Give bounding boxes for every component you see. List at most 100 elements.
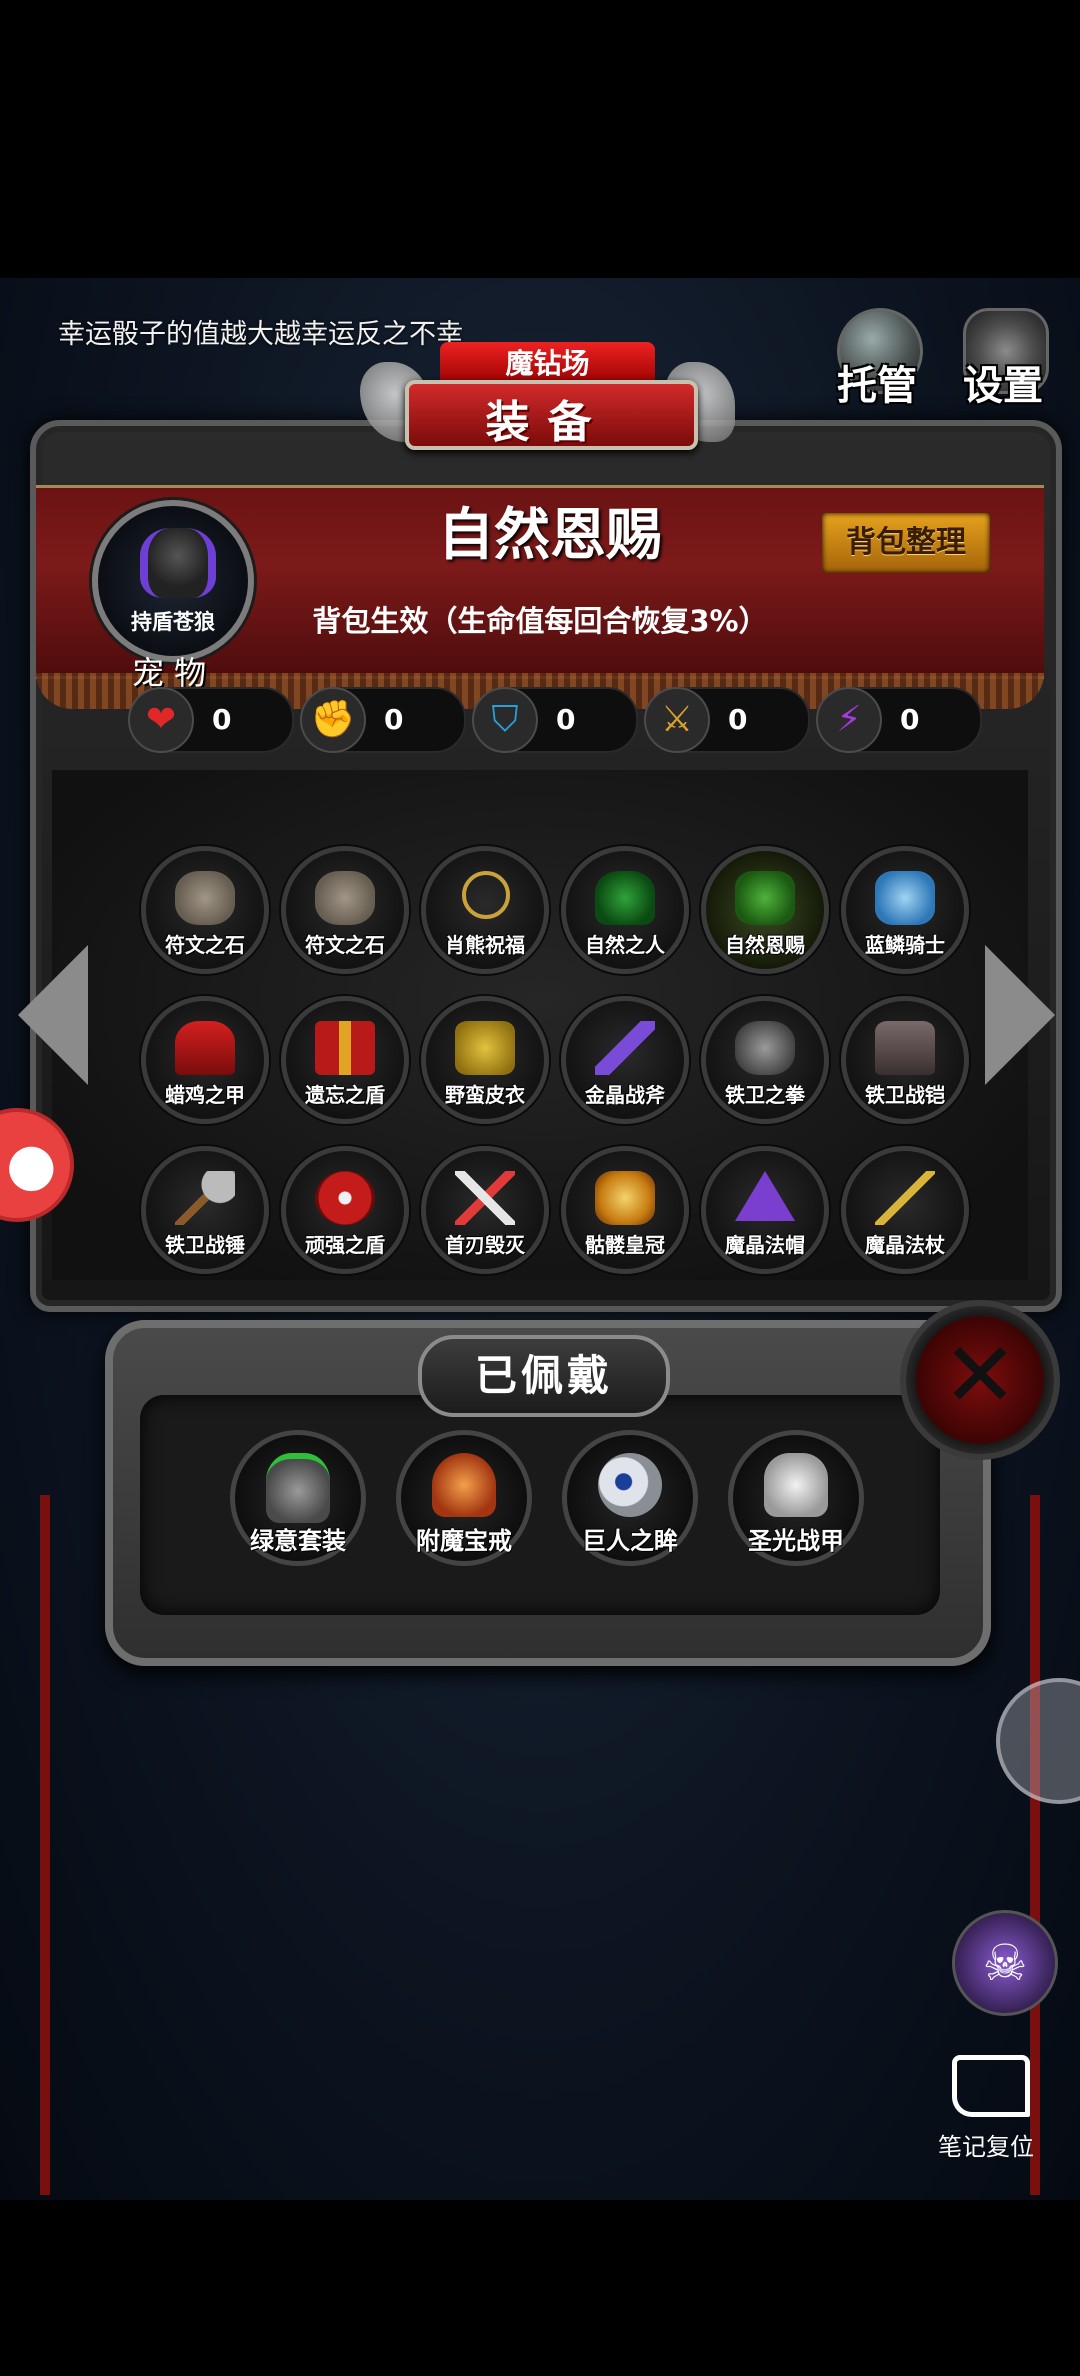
inventory-slot[interactable]: 铁卫之拳	[701, 996, 829, 1124]
worn-slot-label: 圣光战甲	[748, 1527, 844, 1555]
next-page-arrow[interactable]	[985, 945, 1065, 1095]
lightning-icon: ⚡	[816, 687, 882, 753]
pet-name: 持盾苍狼	[131, 610, 215, 634]
left-red-rail	[40, 1495, 50, 2195]
inventory-slot-label: 自然之人	[585, 933, 665, 957]
inventory-slot-label: 自然恩赐	[725, 933, 805, 957]
inventory-slot[interactable]: 蓝鳞骑士	[841, 846, 969, 974]
selected-item-effect: 背包生效（生命值每回合恢复3%）	[312, 604, 768, 638]
crossed-blades-icon	[455, 1171, 515, 1225]
red-shield-icon	[315, 1021, 375, 1075]
notes-reset-button[interactable]: 笔记复位	[930, 2055, 1042, 2161]
inventory-slot-label: 蓝鳞骑士	[865, 933, 945, 957]
inventory-slot-label: 符文之石	[305, 933, 385, 957]
chest-armor-icon	[875, 1021, 935, 1075]
inventory-slot[interactable]: 遗忘之盾	[281, 996, 409, 1124]
sort-bag-button[interactable]: 背包整理	[822, 513, 990, 573]
selected-item-name: 自然恩赐	[438, 503, 662, 568]
banner-title: 装备	[485, 397, 610, 448]
giant-eye-icon	[598, 1453, 662, 1517]
worn-slot-label: 附魔宝戒	[416, 1527, 512, 1555]
gauntlet-icon	[735, 1021, 795, 1075]
stat-attack-value: 0	[728, 703, 748, 736]
holy-armor-icon	[764, 1453, 828, 1517]
nature-gift-icon	[735, 871, 795, 925]
inventory-slot[interactable]: 顽强之盾	[281, 1146, 409, 1274]
inventory-slot-label: 魔晶法杖	[865, 1233, 945, 1257]
inventory-slot[interactable]: 蜡鸡之甲	[141, 996, 269, 1124]
inventory-slot-label: 野蛮皮衣	[445, 1083, 525, 1107]
right-arrow-icon	[985, 945, 1055, 1085]
auto-play-label: 托管	[837, 363, 917, 409]
inventory-slot[interactable]: 肖熊祝福	[421, 846, 549, 974]
enchanted-ring-icon	[432, 1453, 496, 1517]
red-cloak-icon	[175, 1021, 235, 1075]
inventory-slot[interactable]: 首刃毁灭	[421, 1146, 549, 1274]
inventory-slot-label: 魔晶法帽	[725, 1233, 805, 1257]
mace-icon	[175, 1171, 235, 1225]
inventory-slot-label: 铁卫战锤	[165, 1233, 245, 1257]
stat-armor: ⛉ 0	[472, 687, 638, 753]
notes-reset-label: 笔记复位	[938, 2133, 1034, 2161]
left-arrow-icon	[18, 945, 88, 1085]
staff-icon	[875, 1171, 935, 1225]
inventory-slot[interactable]: 野蛮皮衣	[421, 996, 549, 1124]
worn-slot[interactable]: 附魔宝戒	[396, 1430, 532, 1566]
inventory-slot[interactable]: 魔晶法帽	[701, 1146, 829, 1274]
inventory-slot[interactable]: 符文之石	[281, 846, 409, 974]
stat-hp: ❤ 0	[128, 687, 294, 753]
nature-golem-icon	[595, 871, 655, 925]
inventory-slot-label: 符文之石	[165, 933, 245, 957]
inventory-slot[interactable]: 自然之人	[561, 846, 689, 974]
worn-slot[interactable]: 圣光战甲	[728, 1430, 864, 1566]
settings-button[interactable]: 设置	[948, 308, 1058, 418]
inventory-slot-label: 铁卫之拳	[725, 1083, 805, 1107]
inventory-slot-label: 遗忘之盾	[305, 1083, 385, 1107]
stat-energy: ⚡ 0	[816, 687, 982, 753]
inventory-slot-label: 首刃毁灭	[445, 1233, 525, 1257]
stat-hp-value: 0	[212, 703, 232, 736]
skull-icon: ☠	[982, 1934, 1028, 1992]
leopard-coat-icon	[455, 1021, 515, 1075]
inventory-slot[interactable]: 金晶战斧	[561, 996, 689, 1124]
worn-title-plate: 已佩戴	[418, 1335, 670, 1417]
skull-button[interactable]: ☠	[952, 1910, 1058, 2016]
auto-play-button[interactable]: 托管	[822, 308, 932, 418]
inventory-slot-label: 蜡鸡之甲	[165, 1083, 245, 1107]
worn-slot[interactable]: 绿意套装	[230, 1430, 366, 1566]
stat-strength: ✊ 0	[300, 687, 466, 753]
round-shield-icon	[315, 1171, 375, 1225]
inventory-slot[interactable]: 魔晶法杖	[841, 1146, 969, 1274]
armor-icon: ⛉	[472, 687, 538, 753]
user-icon: ●	[6, 1130, 57, 1198]
inventory-slot-label: 金晶战斧	[585, 1083, 665, 1107]
necklace-icon	[462, 871, 510, 919]
inventory-slot-label: 骷髅皇冠	[585, 1233, 665, 1257]
wizard-hat-icon	[735, 1171, 795, 1221]
rune-stone-icon	[315, 871, 375, 925]
inventory-slot[interactable]: 骷髅皇冠	[561, 1146, 689, 1274]
close-button[interactable]: ✕	[900, 1300, 1060, 1460]
wolf-shield-icon	[140, 528, 216, 598]
heart-icon: ❤	[128, 687, 194, 753]
stat-strength-value: 0	[384, 703, 404, 736]
inventory-slot-label: 铁卫战铠	[865, 1083, 945, 1107]
inventory-slot[interactable]: 铁卫战铠	[841, 996, 969, 1124]
sort-bag-label: 背包整理	[846, 525, 966, 560]
settings-label: 设置	[963, 363, 1043, 409]
pet-portrait[interactable]: 持盾苍狼	[92, 500, 254, 662]
close-icon: ✕	[942, 1323, 1018, 1428]
notes-icon	[952, 2055, 1030, 2117]
worn-slot-label: 绿意套装	[250, 1527, 346, 1555]
inventory-slot-selected[interactable]: 自然恩赐	[701, 846, 829, 974]
blue-knight-icon	[875, 871, 935, 925]
prev-page-arrow[interactable]	[18, 945, 98, 1095]
stat-attack: ⚔ 0	[644, 687, 810, 753]
skull-crown-icon	[595, 1171, 655, 1225]
inventory-slot[interactable]: 铁卫战锤	[141, 1146, 269, 1274]
knight-suit-icon	[266, 1453, 330, 1523]
worn-slot[interactable]: 巨人之眸	[562, 1430, 698, 1566]
strength-icon: ✊	[300, 687, 366, 753]
sword-icon: ⚔	[644, 687, 710, 753]
inventory-slot[interactable]: 符文之石	[141, 846, 269, 974]
